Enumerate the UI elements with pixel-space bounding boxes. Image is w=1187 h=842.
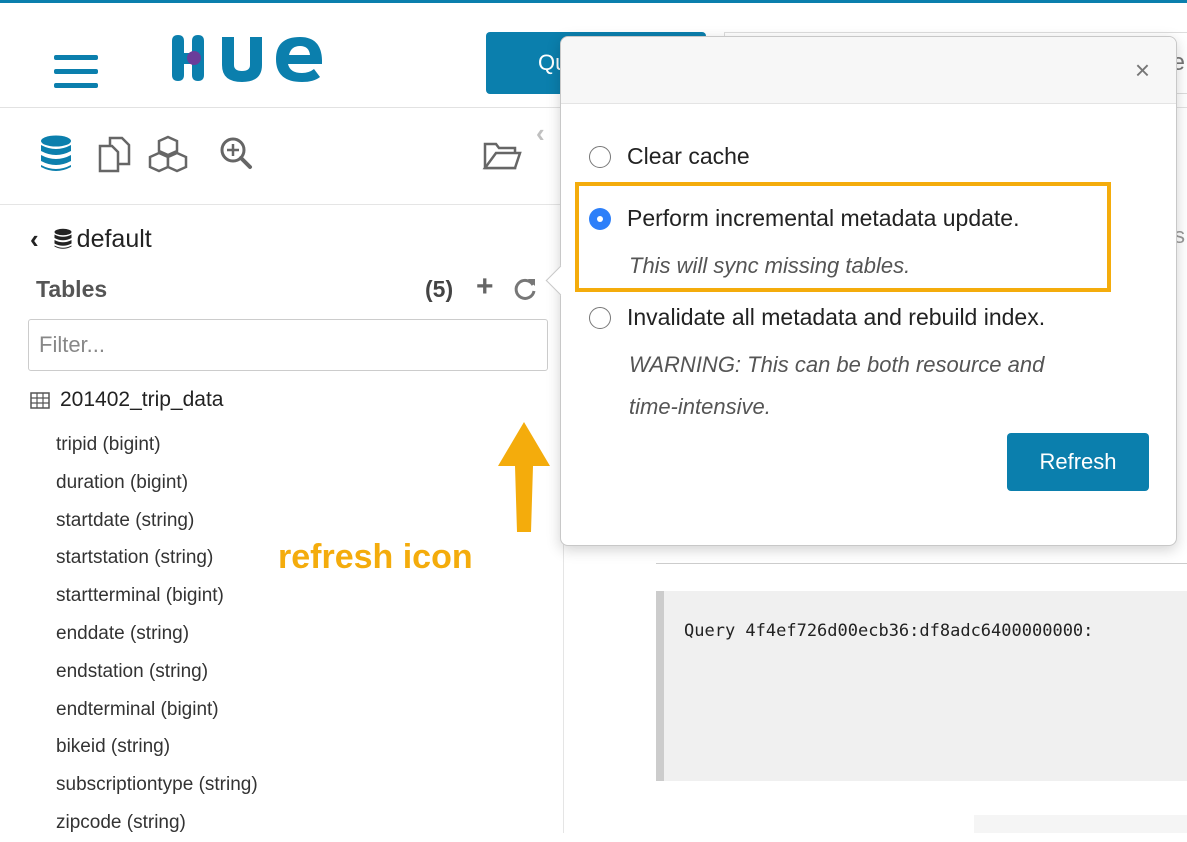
option-label: Invalidate all metadata and rebuild inde… bbox=[627, 304, 1046, 330]
documents-icon[interactable] bbox=[96, 134, 132, 174]
folder-open-icon[interactable] bbox=[482, 134, 522, 174]
column-item[interactable]: bikeid (string) bbox=[56, 728, 258, 766]
collapse-panel-chevron-icon[interactable]: ‹ bbox=[536, 118, 545, 149]
warning-text-line-1: WARNING: This can be both resource and bbox=[629, 352, 1045, 377]
tables-heading: Tables bbox=[36, 276, 108, 302]
left-assist-panel: ‹ ‹ default Tables (5) + 201402_trip_dat… bbox=[0, 108, 564, 833]
divider bbox=[656, 563, 1187, 564]
radio-clear-cache[interactable] bbox=[589, 145, 611, 168]
query-id-text: Query 4f4ef726d00ecb36:df8adc6400000000: bbox=[684, 621, 1094, 641]
assist-icon-bar: ‹ bbox=[0, 108, 563, 205]
column-item[interactable]: startstation (string) bbox=[56, 539, 258, 577]
radio-incremental-update[interactable] bbox=[589, 207, 611, 230]
back-chevron-icon[interactable]: ‹ bbox=[30, 224, 39, 255]
column-list: tripid (bigint) duration (bigint) startd… bbox=[56, 426, 258, 842]
table-item[interactable]: 201402_trip_data bbox=[30, 388, 223, 412]
cubes-icon[interactable] bbox=[148, 134, 188, 174]
option-invalidate-metadata[interactable]: Invalidate all metadata and rebuild inde… bbox=[589, 304, 1045, 331]
hamburger-menu-icon[interactable] bbox=[54, 55, 98, 89]
annotation-arrow-icon bbox=[498, 422, 550, 532]
column-item[interactable]: subscriptiontype (string) bbox=[56, 766, 258, 804]
query-result-box: Query 4f4ef726d00ecb36:df8adc6400000000: bbox=[656, 591, 1187, 781]
option-label: Clear cache bbox=[627, 143, 750, 169]
database-icon[interactable] bbox=[38, 134, 74, 174]
zoom-in-icon[interactable] bbox=[218, 134, 254, 174]
database-name[interactable]: default bbox=[77, 225, 152, 254]
option-incremental-update[interactable]: Perform incremental metadata update. bbox=[589, 205, 1019, 232]
table-name: 201402_trip_data bbox=[60, 388, 224, 411]
option-description: This will sync missing tables. bbox=[629, 253, 911, 278]
annotation-label: refresh icon bbox=[278, 538, 473, 576]
option-clear-cache[interactable]: Clear cache bbox=[589, 143, 750, 170]
column-item[interactable]: endterminal (bigint) bbox=[56, 691, 258, 729]
column-item[interactable]: duration (bigint) bbox=[56, 464, 258, 502]
refresh-icon[interactable] bbox=[512, 276, 538, 302]
refresh-button[interactable]: Refresh bbox=[1007, 433, 1149, 491]
refresh-popover: × Clear cache Perform incremental metada… bbox=[545, 36, 1177, 546]
table-grid-icon bbox=[30, 391, 50, 409]
popover-header: × bbox=[561, 37, 1176, 104]
column-item[interactable]: startterminal (bigint) bbox=[56, 577, 258, 615]
warning-text-line-2: time-intensive. bbox=[629, 394, 771, 419]
radio-invalidate-metadata[interactable] bbox=[589, 306, 611, 329]
column-item[interactable]: endstation (string) bbox=[56, 653, 258, 691]
faint-block bbox=[974, 815, 1187, 833]
column-item[interactable]: tripid (bigint) bbox=[56, 426, 258, 464]
column-item[interactable]: enddate (string) bbox=[56, 615, 258, 653]
close-icon[interactable]: × bbox=[1135, 57, 1150, 83]
option-label: Perform incremental metadata update. bbox=[627, 205, 1020, 231]
tables-count: (5) bbox=[425, 276, 454, 302]
column-item[interactable]: startdate (string) bbox=[56, 502, 258, 540]
column-item[interactable]: zipcode (string) bbox=[56, 804, 258, 842]
add-table-plus-icon[interactable]: + bbox=[476, 272, 494, 302]
database-small-icon bbox=[54, 228, 72, 249]
database-breadcrumb: ‹ default bbox=[30, 223, 152, 255]
table-filter-input[interactable] bbox=[28, 319, 548, 371]
hue-logo[interactable] bbox=[168, 31, 358, 85]
